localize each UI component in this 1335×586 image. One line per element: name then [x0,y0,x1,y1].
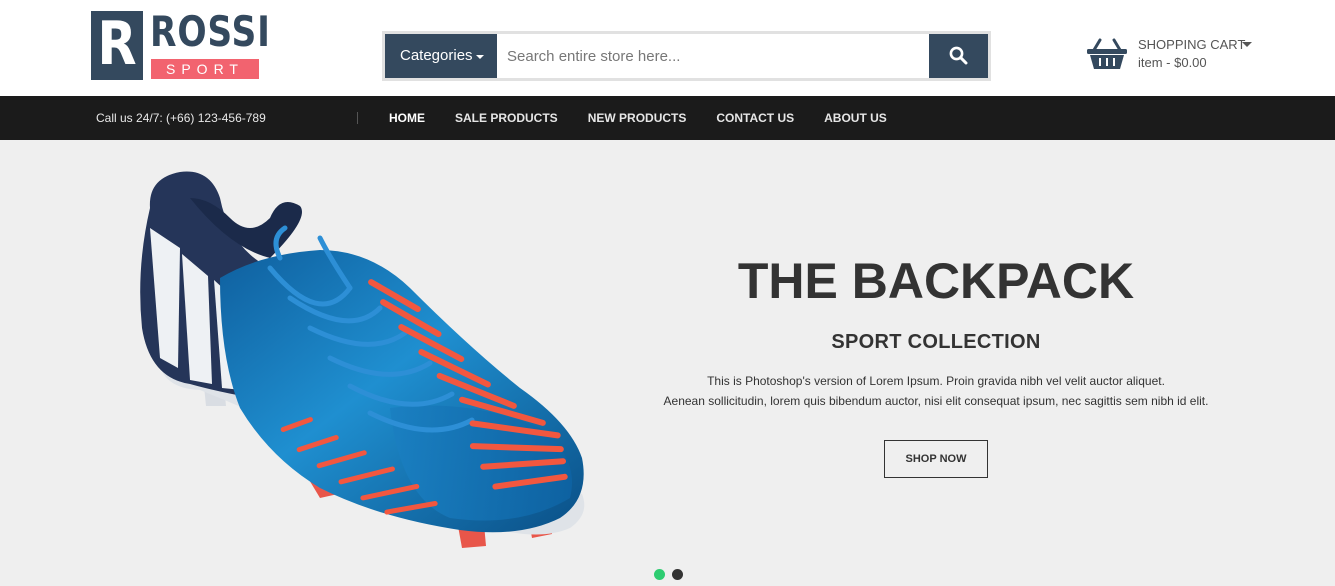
nav-divider [357,112,358,124]
logo-tagline: SPORT [151,59,259,79]
slider-dot-active[interactable] [654,569,665,580]
slider-dot[interactable] [672,569,683,580]
hero-title: THE BACKPACK [737,253,1135,309]
categories-dropdown-label: Categories [400,47,473,64]
nav-item-new-products[interactable]: NEW PRODUCTS [588,96,687,140]
shopping-cart[interactable]: SHOPPING CART item - $0.00 [1086,35,1266,75]
search-input[interactable] [497,34,929,78]
caret-down-icon [476,55,484,59]
caret-down-icon [1242,42,1252,47]
logo[interactable]: R ROSSI SPORT [91,7,270,81]
shop-now-button[interactable]: SHOP NOW [884,440,988,478]
nav-links: HOME SALE PRODUCTS NEW PRODUCTS CONTACT … [389,96,917,140]
football-boot-image [140,171,585,548]
cart-title: SHOPPING CART [1138,37,1246,52]
nav-item-about-us[interactable]: ABOUT US [824,96,887,140]
logo-mark: R [91,9,143,80]
hero-slider: THE BACKPACK SPORT COLLECTION This is Ph… [0,140,1335,586]
hero-description-line: Aenean sollicitudin, lorem quis bibendum… [663,394,1209,408]
nav-item-contact-us[interactable]: CONTACT US [716,96,794,140]
shopping-basket-icon [1087,38,1127,69]
search-bar: Categories [382,31,991,81]
search-icon [949,46,968,65]
hero-subtitle: SPORT COLLECTION [831,331,1041,353]
site-header: R ROSSI SPORT Categories SHOPPING CART i… [0,0,1335,96]
hero-description-line: This is Photoshop's version of Lorem Ips… [707,374,1165,388]
slider-pagination [654,569,694,581]
logo-wordmark: ROSSI [150,7,271,56]
nav-item-sale-products[interactable]: SALE PRODUCTS [455,96,558,140]
main-navbar: Call us 24/7: (+66) 123-456-789 HOME SAL… [0,96,1335,140]
contact-phone: Call us 24/7: (+66) 123-456-789 [96,111,266,125]
logo-mark-letter: R [97,9,137,79]
categories-dropdown[interactable]: Categories [385,34,497,78]
hero-description: This is Photoshop's version of Lorem Ips… [620,371,1252,411]
cart-summary: item - $0.00 [1138,55,1207,70]
search-button[interactable] [929,34,988,78]
nav-item-home[interactable]: HOME [389,96,425,140]
